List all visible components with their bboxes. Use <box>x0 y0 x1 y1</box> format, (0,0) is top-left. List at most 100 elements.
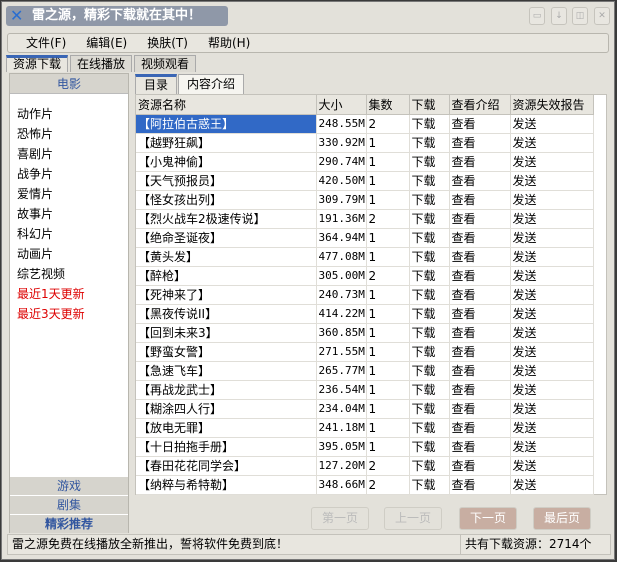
resource-name[interactable]: 【急速飞车】 <box>136 361 317 381</box>
tab-content-intro[interactable]: 内容介绍 <box>178 74 245 94</box>
download-link[interactable]: 下载 <box>409 399 450 419</box>
download-link[interactable]: 下载 <box>409 266 450 286</box>
report-link[interactable]: 发送 <box>510 361 594 381</box>
resource-name[interactable]: 【放电无罪】 <box>136 418 317 438</box>
report-link[interactable]: 发送 <box>510 437 594 457</box>
view-intro-link[interactable]: 查看 <box>449 456 511 476</box>
category-recommended[interactable]: 精彩推荐 <box>10 514 128 533</box>
table-row[interactable]: 【野蛮女警】 271.55M 1 下载 查看 发送 <box>136 342 594 362</box>
download-link[interactable]: 下载 <box>409 152 450 172</box>
download-link[interactable]: 下载 <box>409 228 450 248</box>
view-intro-link[interactable]: 查看 <box>449 209 511 229</box>
category-games[interactable]: 游戏 <box>10 476 128 495</box>
table-row[interactable]: 【越野狂飙】 330.92M 1 下载 查看 发送 <box>136 133 594 153</box>
category-item[interactable]: 爱情片 <box>10 184 128 204</box>
menu-skin[interactable]: 换肤(T) <box>147 34 188 52</box>
view-intro-link[interactable]: 查看 <box>449 380 511 400</box>
download-link[interactable]: 下载 <box>409 114 450 134</box>
report-link[interactable]: 发送 <box>510 152 594 172</box>
table-row[interactable]: 【再战龙武士】 236.54M 1 下载 查看 发送 <box>136 380 594 400</box>
report-link[interactable]: 发送 <box>510 323 594 343</box>
view-intro-link[interactable]: 查看 <box>449 266 511 286</box>
report-link[interactable]: 发送 <box>510 228 594 248</box>
table-row[interactable]: 【绝命圣诞夜】 364.94M 1 下载 查看 发送 <box>136 228 594 248</box>
resource-name[interactable]: 【绝命圣诞夜】 <box>136 228 317 248</box>
download-link[interactable]: 下载 <box>409 418 450 438</box>
view-intro-link[interactable]: 查看 <box>449 114 511 134</box>
menu-file[interactable]: 文件(F) <box>26 34 66 52</box>
category-item[interactable]: 科幻片 <box>10 224 128 244</box>
table-row[interactable]: 【天气预报员】 420.50M 1 下载 查看 发送 <box>136 171 594 191</box>
first-page-button[interactable]: 第一页 <box>311 507 369 530</box>
table-row[interactable]: 【黑夜传说II】 414.22M 1 下载 查看 发送 <box>136 304 594 324</box>
resource-name[interactable]: 【再战龙武士】 <box>136 380 317 400</box>
category-item[interactable]: 动画片 <box>10 244 128 264</box>
table-row[interactable]: 【急速飞车】 265.77M 1 下载 查看 发送 <box>136 361 594 381</box>
table-row[interactable]: 【黄头发】 477.08M 1 下载 查看 发送 <box>136 247 594 267</box>
table-row[interactable]: 【十日拍拖手册】 395.05M 1 下载 查看 发送 <box>136 437 594 457</box>
report-link[interactable]: 发送 <box>510 133 594 153</box>
resource-name[interactable]: 【十日拍拖手册】 <box>136 437 317 457</box>
download-link[interactable]: 下载 <box>409 209 450 229</box>
resource-name[interactable]: 【小鬼神偷】 <box>136 152 317 172</box>
resource-name[interactable]: 【回到未来3】 <box>136 323 317 343</box>
minimize-button[interactable]: ◫ <box>572 7 588 25</box>
report-link[interactable]: 发送 <box>510 380 594 400</box>
resource-name[interactable]: 【烈火战车2极速传说】 <box>136 209 317 229</box>
download-link[interactable]: 下载 <box>409 285 450 305</box>
col-report[interactable]: 资源失效报告 <box>510 95 594 115</box>
col-download[interactable]: 下载 <box>409 95 450 115</box>
category-series[interactable]: 剧集 <box>10 495 128 514</box>
category-item[interactable]: 恐怖片 <box>10 124 128 144</box>
category-item[interactable]: 综艺视频 <box>10 264 128 284</box>
tab-video-watch[interactable]: 视频观看 <box>134 55 197 72</box>
resource-name[interactable]: 【野蛮女警】 <box>136 342 317 362</box>
menu-help[interactable]: 帮助(H) <box>208 34 250 52</box>
download-link[interactable]: 下载 <box>409 323 450 343</box>
download-link[interactable]: 下载 <box>409 247 450 267</box>
download-link[interactable]: 下载 <box>409 342 450 362</box>
resource-name[interactable]: 【死神来了】 <box>136 285 317 305</box>
download-link[interactable]: 下载 <box>409 133 450 153</box>
recent-update-item[interactable]: 最近1天更新 <box>10 284 128 304</box>
last-page-button[interactable]: 最后页 <box>533 507 591 530</box>
download-link[interactable]: 下载 <box>409 475 450 495</box>
category-item[interactable]: 喜剧片 <box>10 144 128 164</box>
download-link[interactable]: 下载 <box>409 456 450 476</box>
table-row[interactable]: 【春田花花同学会】 127.20M 2 下载 查看 发送 <box>136 456 594 476</box>
download-link[interactable]: 下载 <box>409 380 450 400</box>
table-row[interactable]: 【小鬼神偷】 290.74M 1 下载 查看 发送 <box>136 152 594 172</box>
minimize-to-tray-button[interactable]: ↓ <box>551 7 567 25</box>
view-intro-link[interactable]: 查看 <box>449 152 511 172</box>
prev-page-button[interactable]: 上一页 <box>384 507 442 530</box>
report-link[interactable]: 发送 <box>510 304 594 324</box>
skin-button[interactable]: ▭ <box>529 7 545 25</box>
tab-resource-download[interactable]: 资源下载 <box>6 55 69 72</box>
col-size[interactable]: 大小 <box>316 95 367 115</box>
resource-name[interactable]: 【天气预报员】 <box>136 171 317 191</box>
resource-name[interactable]: 【阿拉伯古惑王】 <box>136 114 317 134</box>
view-intro-link[interactable]: 查看 <box>449 475 511 495</box>
download-link[interactable]: 下载 <box>409 171 450 191</box>
table-row[interactable]: 【阿拉伯古惑王】 248.55M 2 下载 查看 发送 <box>136 114 594 134</box>
view-intro-link[interactable]: 查看 <box>449 361 511 381</box>
category-item[interactable]: 故事片 <box>10 204 128 224</box>
table-row[interactable]: 【放电无罪】 241.18M 1 下载 查看 发送 <box>136 418 594 438</box>
tab-online-play[interactable]: 在线播放 <box>70 55 133 72</box>
download-link[interactable]: 下载 <box>409 361 450 381</box>
download-link[interactable]: 下载 <box>409 190 450 210</box>
col-name[interactable]: 资源名称 <box>136 95 317 115</box>
report-link[interactable]: 发送 <box>510 285 594 305</box>
view-intro-link[interactable]: 查看 <box>449 247 511 267</box>
resource-name[interactable]: 【怪女孩出列】 <box>136 190 317 210</box>
report-link[interactable]: 发送 <box>510 342 594 362</box>
download-link[interactable]: 下载 <box>409 304 450 324</box>
view-intro-link[interactable]: 查看 <box>449 304 511 324</box>
report-link[interactable]: 发送 <box>510 247 594 267</box>
resource-name[interactable]: 【醉枪】 <box>136 266 317 286</box>
next-page-button[interactable]: 下一页 <box>459 507 517 530</box>
report-link[interactable]: 发送 <box>510 190 594 210</box>
table-row[interactable]: 【醉枪】 305.00M 2 下载 查看 发送 <box>136 266 594 286</box>
table-row[interactable]: 【怪女孩出列】 309.79M 1 下载 查看 发送 <box>136 190 594 210</box>
view-intro-link[interactable]: 查看 <box>449 285 511 305</box>
